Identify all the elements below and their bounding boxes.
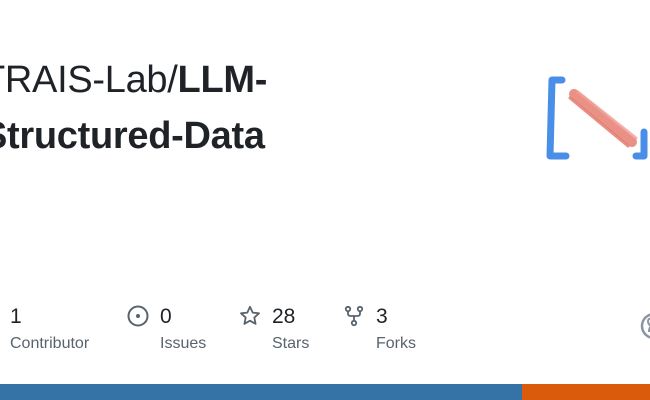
repo-name-part-2: Structured-Data [0,115,265,157]
repo-title-line-2: Structured-Data [0,108,267,164]
repo-forked-icon [344,305,364,327]
contributors-label: Contributor [10,335,90,352]
forks-label: Forks [376,335,416,352]
stat-issues[interactable]: 0 Issues [126,300,226,360]
issues-count: 0 [160,305,172,328]
stars-label: Stars [272,335,310,352]
repo-stats: 1 Contributor 0 Issues 28 Stars 3 Forks [0,300,650,360]
stars-count: 28 [272,305,296,328]
github-mark-icon [640,313,650,339]
star-icon [240,305,260,325]
language-bar-segment-python [0,384,522,400]
language-bar [0,384,650,400]
repo-social-card: TRAIS-Lab/LLM- Structured-Data 1 Contrib… [0,0,650,400]
contributors-count: 1 [10,305,22,328]
language-bar-segment-jupyter-notebook [521,384,650,400]
stat-contributors[interactable]: 1 Contributor [0,300,110,360]
bracket-logo-icon [546,76,648,160]
repo-name-part-1: LLM- [177,59,268,101]
issue-opened-icon [127,305,149,327]
stat-stars[interactable]: 28 Stars [238,300,338,360]
forks-count: 3 [376,305,388,328]
repo-owner: TRAIS-Lab/ [0,59,178,101]
repo-title-line-1: TRAIS-Lab/LLM- [0,52,267,108]
repo-title[interactable]: TRAIS-Lab/LLM- Structured-Data [0,52,267,164]
stat-forks[interactable]: 3 Forks [342,300,442,360]
issues-label: Issues [160,335,207,352]
